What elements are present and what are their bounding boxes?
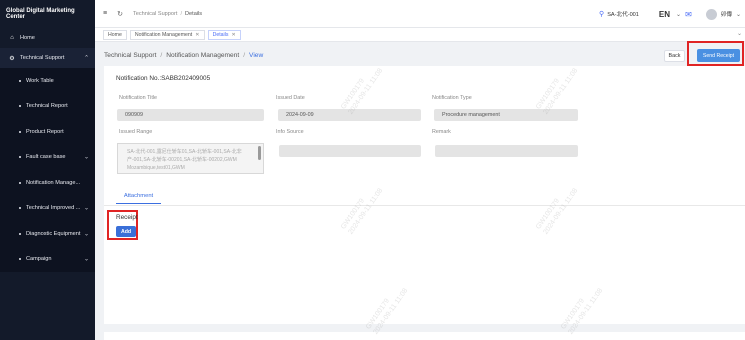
remark-label: Remark <box>432 129 451 135</box>
breadcrumb-separator: / <box>160 51 163 59</box>
lower-card <box>104 332 745 340</box>
issued-date-field: 2024-09-09 <box>278 109 421 121</box>
user-name[interactable]: 卯傳 <box>721 10 732 18</box>
sidebar-item-label: Fault case base <box>26 154 66 161</box>
notification-title-field: 090909 <box>117 109 264 121</box>
notification-type-field: Procedure management <box>434 109 578 121</box>
chevron-down-icon: ⌄ <box>83 154 89 161</box>
top-header: ≡ ↻ Technical Support / Details ⚲ SA-北代-00… <box>95 0 745 28</box>
close-icon[interactable]: ✕ <box>195 32 199 38</box>
chevron-down-icon[interactable]: ⌄ <box>737 30 742 37</box>
technical-support-submenu: Work Table Technical Report Product Repo… <box>0 68 95 272</box>
page-tabs-bar: Home Notification Management ✕ Details ✕… <box>95 28 745 42</box>
sidebar-item-campaign[interactable]: Campaign ⌄ <box>0 247 95 273</box>
sidebar-item-technical-support[interactable]: ⚙ Technical Support ⌃ <box>0 48 95 68</box>
header-breadcrumb: Technical Support / Details <box>133 11 202 17</box>
home-icon: ⌂ <box>10 35 14 41</box>
sidebar-item-diagnostic-equipment[interactable]: Diagnostic Equipment ⌄ <box>0 221 95 247</box>
add-button[interactable]: Add <box>116 226 136 237</box>
chevron-up-icon: ⌃ <box>83 55 89 62</box>
breadcrumb-item[interactable]: Notification Management <box>166 52 239 59</box>
tab-label: Home <box>108 31 122 38</box>
chevron-down-icon: ⌄ <box>83 205 89 212</box>
page-breadcrumb: Technical Support / Notification Managemen… <box>104 46 744 64</box>
sidebar: Global Digital Marketing Center ⌂ Home ⚙… <box>0 0 95 340</box>
breadcrumb-current: View <box>249 51 264 59</box>
gear-icon: ⚙ <box>9 55 15 62</box>
sidebar-item-label: Technical Improved ... <box>26 205 81 212</box>
sidebar-item-label: Product Report <box>26 128 64 135</box>
mail-icon[interactable]: ✉ <box>685 10 692 19</box>
user-icon: ⚲ <box>599 11 605 18</box>
sidebar-item-label: Diagnostic Equipment <box>26 230 81 237</box>
notification-title-label: Notification Title <box>119 95 158 101</box>
sidebar-item-home[interactable]: ⌂ Home <box>0 28 95 48</box>
sidebar-item-label: Technical Support <box>20 55 65 61</box>
issued-range-field: SA-北代-001,露尼仕轿车01,SA-北轿车-001,SA-北非产-001,… <box>117 143 264 174</box>
language-selector[interactable]: EN <box>659 10 670 19</box>
chevron-down-icon: ⌄ <box>83 256 89 263</box>
issued-range-label: Issued Range <box>119 129 153 135</box>
chevron-down-icon: ⌄ <box>83 231 89 238</box>
notification-type-label: Notification Type <box>432 95 472 101</box>
sidebar-item-product-report[interactable]: Product Report <box>0 119 95 145</box>
close-icon[interactable]: ✕ <box>231 32 235 38</box>
breadcrumb-separator: / <box>180 10 182 17</box>
tab-home[interactable]: Home <box>103 29 127 40</box>
back-button[interactable]: Back <box>664 50 685 62</box>
avatar[interactable] <box>705 8 717 20</box>
tab-label: Details <box>212 31 229 38</box>
tab-attachment[interactable]: Attachment <box>116 192 161 204</box>
header-breadcrumb-item: Technical Support <box>132 10 178 17</box>
scrollbar[interactable] <box>258 146 261 160</box>
issued-date-label: Issued Date <box>276 95 305 101</box>
sidebar-item-label: Work Table <box>26 77 54 84</box>
notification-number: Notification No.:SABB202409005 <box>116 75 211 82</box>
chevron-down-icon[interactable]: ⌄ <box>676 11 681 18</box>
header-breadcrumb-current: Details <box>185 10 203 17</box>
sidebar-item-label: Campaign <box>26 256 52 263</box>
sidebar-item-label: Notification Manage... <box>26 179 81 186</box>
sidebar-item-label: Technical Report <box>26 103 68 110</box>
highlight-outline <box>687 41 744 66</box>
breadcrumb-item[interactable]: Technical Support <box>104 52 156 59</box>
sidebar-item-notification-management[interactable]: Notification Manage... <box>0 170 95 196</box>
header-right-group: ⚲ SA-北代-001 EN ⌄ ✉ 卯傳 ⌄ <box>599 0 745 28</box>
tab-notification-management[interactable]: Notification Management ✕ <box>129 29 205 40</box>
chevron-down-icon[interactable]: ⌄ <box>736 11 741 18</box>
remark-field <box>435 145 578 157</box>
info-source-label: Info Source <box>276 129 304 135</box>
detail-card <box>104 66 745 324</box>
current-dealer[interactable]: SA-北代-001 <box>607 10 639 18</box>
breadcrumb-separator: / <box>243 51 246 59</box>
sidebar-item-label: Home <box>20 35 35 41</box>
sidebar-item-technical-report[interactable]: Technical Report <box>0 94 95 120</box>
menu-toggle-icon[interactable]: ≡ <box>103 10 107 17</box>
issued-range-value: SA-北代-001,露尼仕轿车01,SA-北轿车-001,SA-北非产-001,… <box>127 149 242 171</box>
tab-label: Notification Management <box>134 31 193 38</box>
tab-details[interactable]: Details ✕ <box>207 29 241 40</box>
sidebar-item-work-table[interactable]: Work Table <box>0 68 95 94</box>
sidebar-item-fault-case-base[interactable]: Fault case base ⌄ <box>0 145 95 171</box>
divider <box>104 205 745 206</box>
brand-title: Global Digital Marketing Center <box>6 8 75 20</box>
receipt-heading: Receipt <box>116 214 138 221</box>
sidebar-item-technical-improved[interactable]: Technical Improved ... ⌄ <box>0 196 95 222</box>
refresh-icon[interactable]: ↻ <box>117 10 123 18</box>
info-source-field <box>279 145 421 157</box>
